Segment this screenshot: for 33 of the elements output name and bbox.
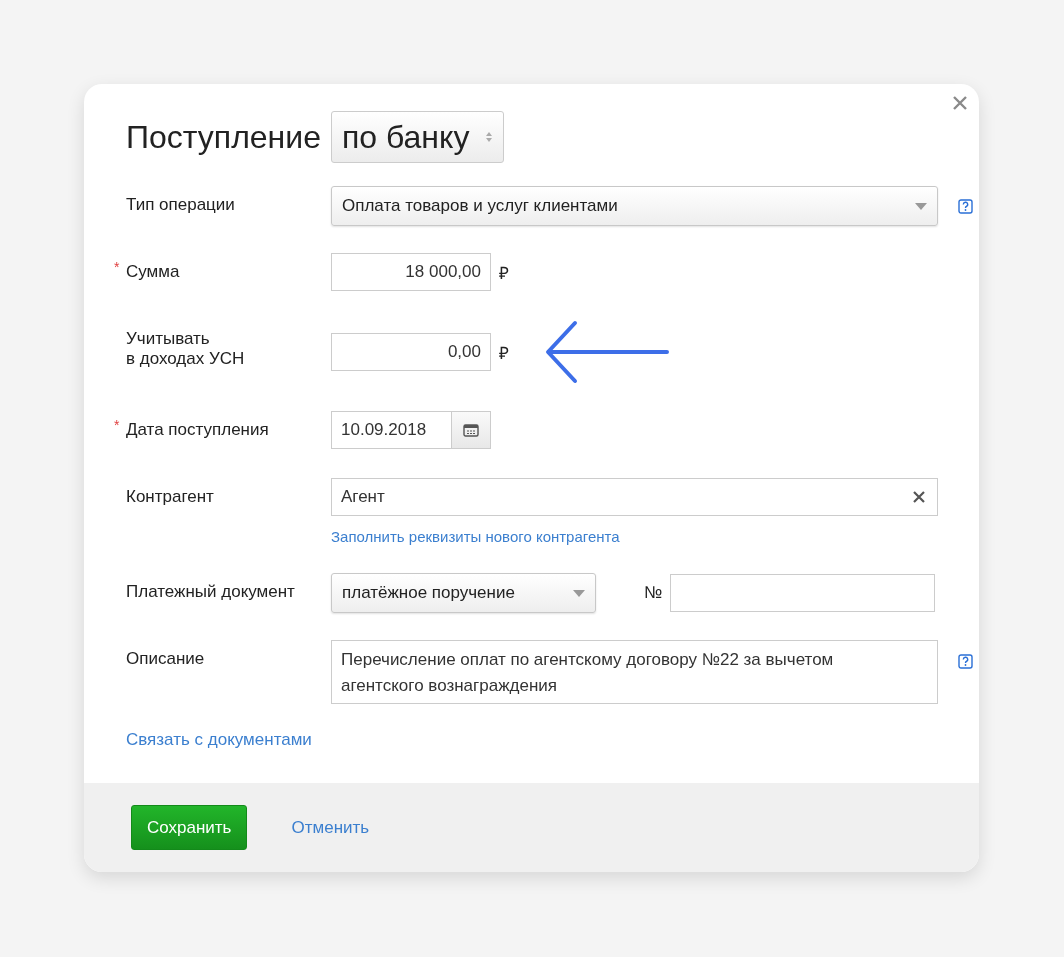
required-mark: * [114,259,120,275]
number-field[interactable] [670,574,936,612]
field-label: Тип операции [126,195,235,215]
number-label: № [644,583,663,603]
caret-icon [573,589,585,597]
field-label: Описание [126,649,205,669]
calendar-icon[interactable] [463,423,479,437]
field-label: Дата поступления [126,420,269,440]
cancel-link[interactable]: Отменить [291,817,370,838]
close-icon[interactable] [953,96,967,110]
counterparty-field[interactable]: Агент [331,478,938,516]
dialog-title: Поступление [126,118,321,156]
field-label: Контрагент [126,487,214,507]
source-select[interactable]: по банку [330,111,505,163]
field-label: Сумма [126,262,180,282]
currency-sign: ₽ [499,262,509,284]
amount-field[interactable]: 18 000,00 [331,253,491,291]
link-documents-link[interactable]: Связать с документами [126,730,312,750]
fill-details-link[interactable]: Заполнить реквизиты нового контрагента [331,528,620,545]
sort-arrows-icon [485,131,494,143]
field-label: Учитывать в доходах УСН [126,329,245,369]
document-type-select[interactable]: платёжное поручение [331,573,596,613]
date-field[interactable]: 10.09.2018 [331,411,491,449]
amount-field[interactable]: 0,00 [331,333,491,371]
required-mark: * [114,417,120,433]
description-field[interactable]: Перечисление оплат по агентскому договору №22 за вычетом агентского вознаграждения [331,640,938,704]
operation-type-select[interactable]: Оплата товаров и услуг клиентами [331,186,938,226]
help-icon[interactable] [958,198,973,214]
currency-sign: ₽ [499,342,509,364]
clear-icon[interactable] [913,491,925,503]
field-label: Платежный документ [126,582,295,602]
caret-icon [915,202,927,210]
help-icon[interactable] [958,654,973,669]
